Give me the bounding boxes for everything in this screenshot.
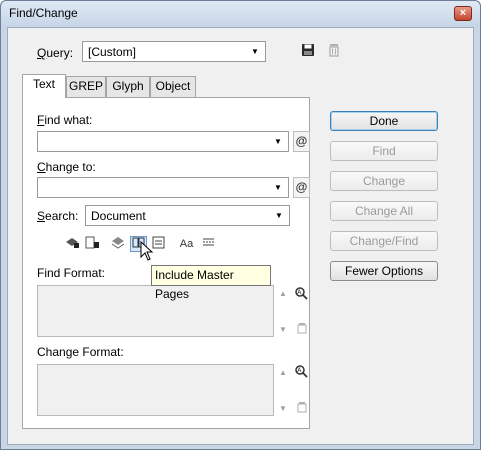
change-format-label: Change Format: (37, 345, 124, 359)
chevron-down-icon: ▼ (274, 137, 282, 146)
change-find-button[interactable]: Change/Find (330, 231, 438, 251)
include-master-pages-tooltip: Include Master Pages (151, 265, 271, 301)
include-locked-layers-icon[interactable] (64, 236, 81, 252)
find-what-label: Find what: (37, 113, 93, 127)
done-button[interactable]: Done (330, 111, 438, 131)
mouse-pointer-icon (140, 240, 154, 263)
change-all-button[interactable]: Change All (330, 201, 438, 221)
whole-word-icon[interactable] (200, 236, 217, 252)
save-query-button[interactable] (299, 43, 317, 61)
find-format-scroll-up[interactable]: ▲ (277, 289, 289, 299)
fewer-options-button[interactable]: Fewer Options (330, 261, 438, 281)
query-label: Query: (37, 46, 74, 60)
include-locked-stories-icon[interactable] (84, 236, 101, 252)
query-dropdown[interactable]: [Custom] ▼ (82, 41, 266, 62)
find-format-scroll-down[interactable]: ▼ (277, 325, 289, 335)
change-format-box[interactable] (37, 364, 274, 416)
change-format-scroll-up[interactable]: ▲ (277, 368, 289, 378)
find-special-characters-button[interactable]: @ (293, 131, 310, 152)
tab-text[interactable]: Text (22, 74, 66, 98)
search-scope-value: Document (91, 209, 146, 223)
delete-query-button[interactable] (325, 43, 343, 61)
clear-change-format-icon[interactable] (293, 401, 310, 417)
include-hidden-layers-icon[interactable] (110, 236, 127, 252)
change-special-characters-button[interactable]: @ (293, 177, 310, 198)
search-scope-dropdown[interactable]: Document ▼ (85, 205, 290, 226)
case-sensitive-icon[interactable]: Aa (178, 236, 195, 252)
close-button[interactable]: × (454, 6, 472, 21)
tab-object[interactable]: Object (150, 76, 196, 97)
clear-find-format-icon[interactable] (293, 322, 310, 338)
change-button[interactable]: Change (330, 171, 438, 191)
query-value: [Custom] (88, 45, 137, 59)
find-format-label: Find Format: (37, 266, 106, 280)
floppy-disk-icon (302, 44, 314, 56)
chevron-down-icon: ▼ (274, 183, 282, 192)
chevron-down-icon: ▼ (275, 211, 283, 220)
change-to-input[interactable]: ▼ (37, 177, 289, 198)
title-bar[interactable]: Find/Change × (1, 1, 480, 27)
tab-grep[interactable]: GREP (66, 76, 106, 97)
change-format-scroll-down[interactable]: ▼ (277, 404, 289, 414)
chevron-down-icon: ▼ (251, 47, 259, 56)
tab-glyph[interactable]: Glyph (106, 76, 150, 97)
window-title: Find/Change (9, 6, 78, 20)
search-label: Search: (37, 209, 79, 223)
specify-find-format-icon[interactable]: A (293, 286, 310, 302)
find-button[interactable]: Find (330, 141, 438, 161)
trash-icon (329, 44, 339, 57)
find-what-input[interactable]: ▼ (37, 131, 289, 152)
specify-change-format-icon[interactable]: A (293, 364, 310, 380)
change-to-label: Change to: (37, 160, 96, 174)
